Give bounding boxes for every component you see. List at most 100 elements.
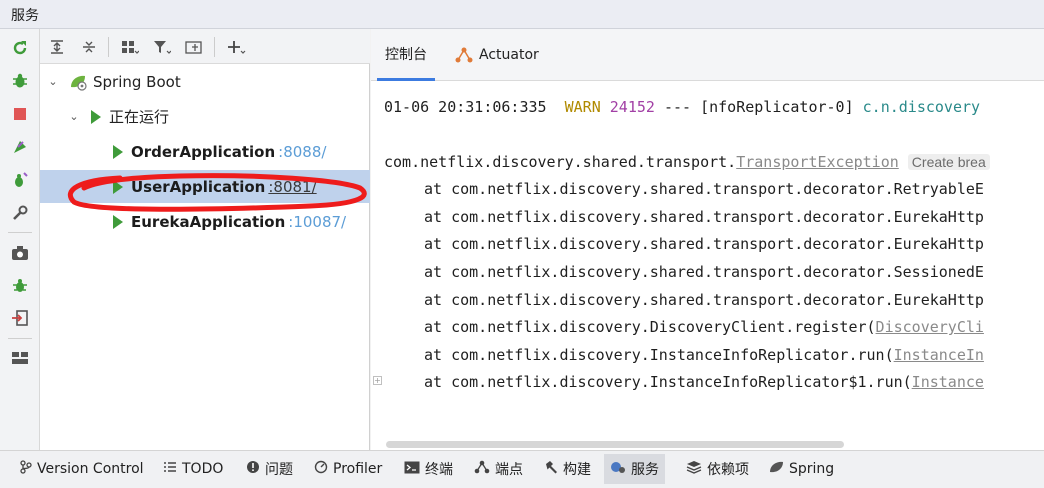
tool-todo[interactable]: TODO xyxy=(157,454,229,484)
stack-frame: at com.netflix.discovery.InstanceInfoRep… xyxy=(424,344,984,366)
horizontal-scrollbar[interactable] xyxy=(386,441,844,448)
tool-services[interactable]: 服务 xyxy=(604,454,665,484)
expand-all-icon[interactable] xyxy=(46,36,68,58)
collapse-all-icon[interactable] xyxy=(78,36,100,58)
port-link[interactable]: :10087/ xyxy=(288,213,346,231)
branch-icon xyxy=(20,460,32,478)
log-pid: 24152 xyxy=(609,98,655,116)
app-name: UserApplication xyxy=(131,177,266,196)
layout-icon[interactable] xyxy=(9,347,31,369)
tool-endpoints[interactable]: 端点 xyxy=(468,454,529,484)
source-link[interactable]: DiscoveryCli xyxy=(876,318,984,336)
tree-node-order-application[interactable]: OrderApplication :8088/ xyxy=(40,135,370,168)
chevron-down-icon[interactable]: ⌄ xyxy=(46,75,60,88)
rerun-icon[interactable] xyxy=(9,37,31,59)
app-name: EurekaApplication xyxy=(131,212,286,231)
stack-frame-text: at com.netflix.discovery.InstanceInfoRep… xyxy=(424,346,894,364)
tree-toolbar xyxy=(40,29,370,64)
tool-spring[interactable]: Spring xyxy=(762,454,840,484)
tab-label: 控制台 xyxy=(385,46,427,63)
tool-label: 构建 xyxy=(563,462,591,478)
create-breakpoint-hint[interactable]: Create brea xyxy=(907,154,990,170)
title-bar: 服务 xyxy=(0,0,1044,29)
new-tab-icon[interactable] xyxy=(183,36,205,58)
port-link[interactable]: :8081/ xyxy=(268,178,316,196)
stack-frame: at com.netflix.discovery.shared.transpor… xyxy=(424,178,984,200)
tab-actuator[interactable]: Actuator xyxy=(455,29,539,81)
source-link[interactable]: InstanceIn xyxy=(894,346,984,364)
run-icon xyxy=(113,214,123,229)
toolbar-divider xyxy=(8,232,32,233)
log-separator: --- xyxy=(663,98,692,116)
terminal-icon xyxy=(404,461,420,478)
tool-label: 依赖项 xyxy=(707,462,749,478)
port-link[interactable]: :8088/ xyxy=(278,143,326,161)
run-icon xyxy=(113,144,123,159)
services-vertical-toolbar xyxy=(0,29,40,450)
layers-icon xyxy=(686,460,702,478)
stack-frame-text: at com.netflix.discovery.shared.transpor… xyxy=(424,180,984,198)
exit-icon[interactable] xyxy=(9,307,31,329)
tab-console[interactable]: 控制台 xyxy=(377,29,435,81)
console-panel: 控制台 Actuator 01-06 20:31:06:335 WARN 241… xyxy=(371,29,1044,450)
hammer-icon xyxy=(544,460,558,478)
tab-label: Actuator xyxy=(479,47,539,63)
fold-toggle-icon[interactable]: + xyxy=(373,376,382,385)
stack-frame-text: at com.netflix.discovery.InstanceInfoRep… xyxy=(424,373,912,391)
actuator-icon xyxy=(455,47,473,63)
stack-frame-text: at com.netflix.discovery.DiscoveryClient… xyxy=(424,318,876,336)
endpoints-icon xyxy=(474,460,490,478)
tool-problems[interactable]: 问题 xyxy=(240,454,299,484)
tool-terminal[interactable]: 终端 xyxy=(398,454,459,484)
tool-label: Profiler xyxy=(333,461,383,477)
tree-node-label: Spring Boot xyxy=(93,72,181,91)
tree-node-running[interactable]: ⌄ 正在运行 xyxy=(40,100,370,133)
info-icon xyxy=(246,460,260,478)
chevron-down-icon[interactable]: ⌄ xyxy=(67,110,81,123)
debug-config-icon[interactable] xyxy=(9,169,31,191)
exception-package: com.netflix.discovery.shared.transport. xyxy=(384,153,737,171)
spring-icon xyxy=(768,460,784,478)
stack-frame-text: at com.netflix.discovery.shared.transpor… xyxy=(424,263,984,281)
running-icon xyxy=(91,109,101,124)
add-icon[interactable] xyxy=(226,36,248,58)
tool-label: 终端 xyxy=(425,462,453,478)
tree-node-label: 正在运行 xyxy=(109,108,170,126)
stack-frame: at com.netflix.discovery.shared.transpor… xyxy=(424,289,984,311)
toolbar-divider xyxy=(8,338,32,339)
tool-build[interactable]: 构建 xyxy=(538,454,597,484)
run-config-icon[interactable] xyxy=(9,136,31,158)
tool-label: 问题 xyxy=(265,462,293,478)
tool-window-bar: Version Control TODO 问题 Profiler 终端 端点 构… xyxy=(0,450,1044,488)
exception-line: com.netflix.discovery.shared.transport.T… xyxy=(384,151,990,173)
log-timestamp: 01-06 20:31:06:335 xyxy=(384,98,547,116)
camera-icon[interactable] xyxy=(9,242,31,264)
exception-class-link[interactable]: TransportException xyxy=(736,153,899,171)
stack-frame: at com.netflix.discovery.shared.transpor… xyxy=(424,206,984,228)
tool-dependencies[interactable]: 依赖项 xyxy=(680,454,755,484)
tree-node-user-application[interactable]: UserApplication :8081/ xyxy=(40,170,370,203)
debug-icon[interactable] xyxy=(9,70,31,92)
services-icon xyxy=(610,460,626,478)
tool-profiler[interactable]: Profiler xyxy=(308,454,388,484)
tool-version-control[interactable]: Version Control xyxy=(14,454,150,484)
stack-frame-text: at com.netflix.discovery.shared.transpor… xyxy=(424,291,984,309)
log-thread: [nfoReplicator-0] xyxy=(700,98,854,116)
tree-node-spring-boot[interactable]: ⌄ Spring Boot xyxy=(40,65,370,98)
bug-icon[interactable] xyxy=(9,275,31,297)
group-icon[interactable] xyxy=(119,36,141,58)
wrench-icon[interactable] xyxy=(9,202,31,224)
services-tree-panel: ⌄ Spring Boot ⌄ 正在运行 OrderApplication :8… xyxy=(40,29,370,450)
tree-node-eureka-application[interactable]: EurekaApplication :10087/ xyxy=(40,205,370,238)
console-output[interactable]: 01-06 20:31:06:335 WARN 24152 --- [nfoRe… xyxy=(371,82,1044,438)
filter-icon[interactable] xyxy=(151,36,173,58)
list-icon xyxy=(163,461,177,477)
console-tabs: 控制台 Actuator xyxy=(371,29,1044,81)
log-line: 01-06 20:31:06:335 WARN 24152 --- [nfoRe… xyxy=(384,96,980,118)
stack-frame: at com.netflix.discovery.shared.transpor… xyxy=(424,233,984,255)
stop-icon[interactable] xyxy=(9,103,31,125)
stack-frame-text: at com.netflix.discovery.shared.transpor… xyxy=(424,235,984,253)
tool-label: Spring xyxy=(789,461,835,477)
source-link[interactable]: Instance xyxy=(912,373,984,391)
tool-label: 端点 xyxy=(495,462,523,478)
